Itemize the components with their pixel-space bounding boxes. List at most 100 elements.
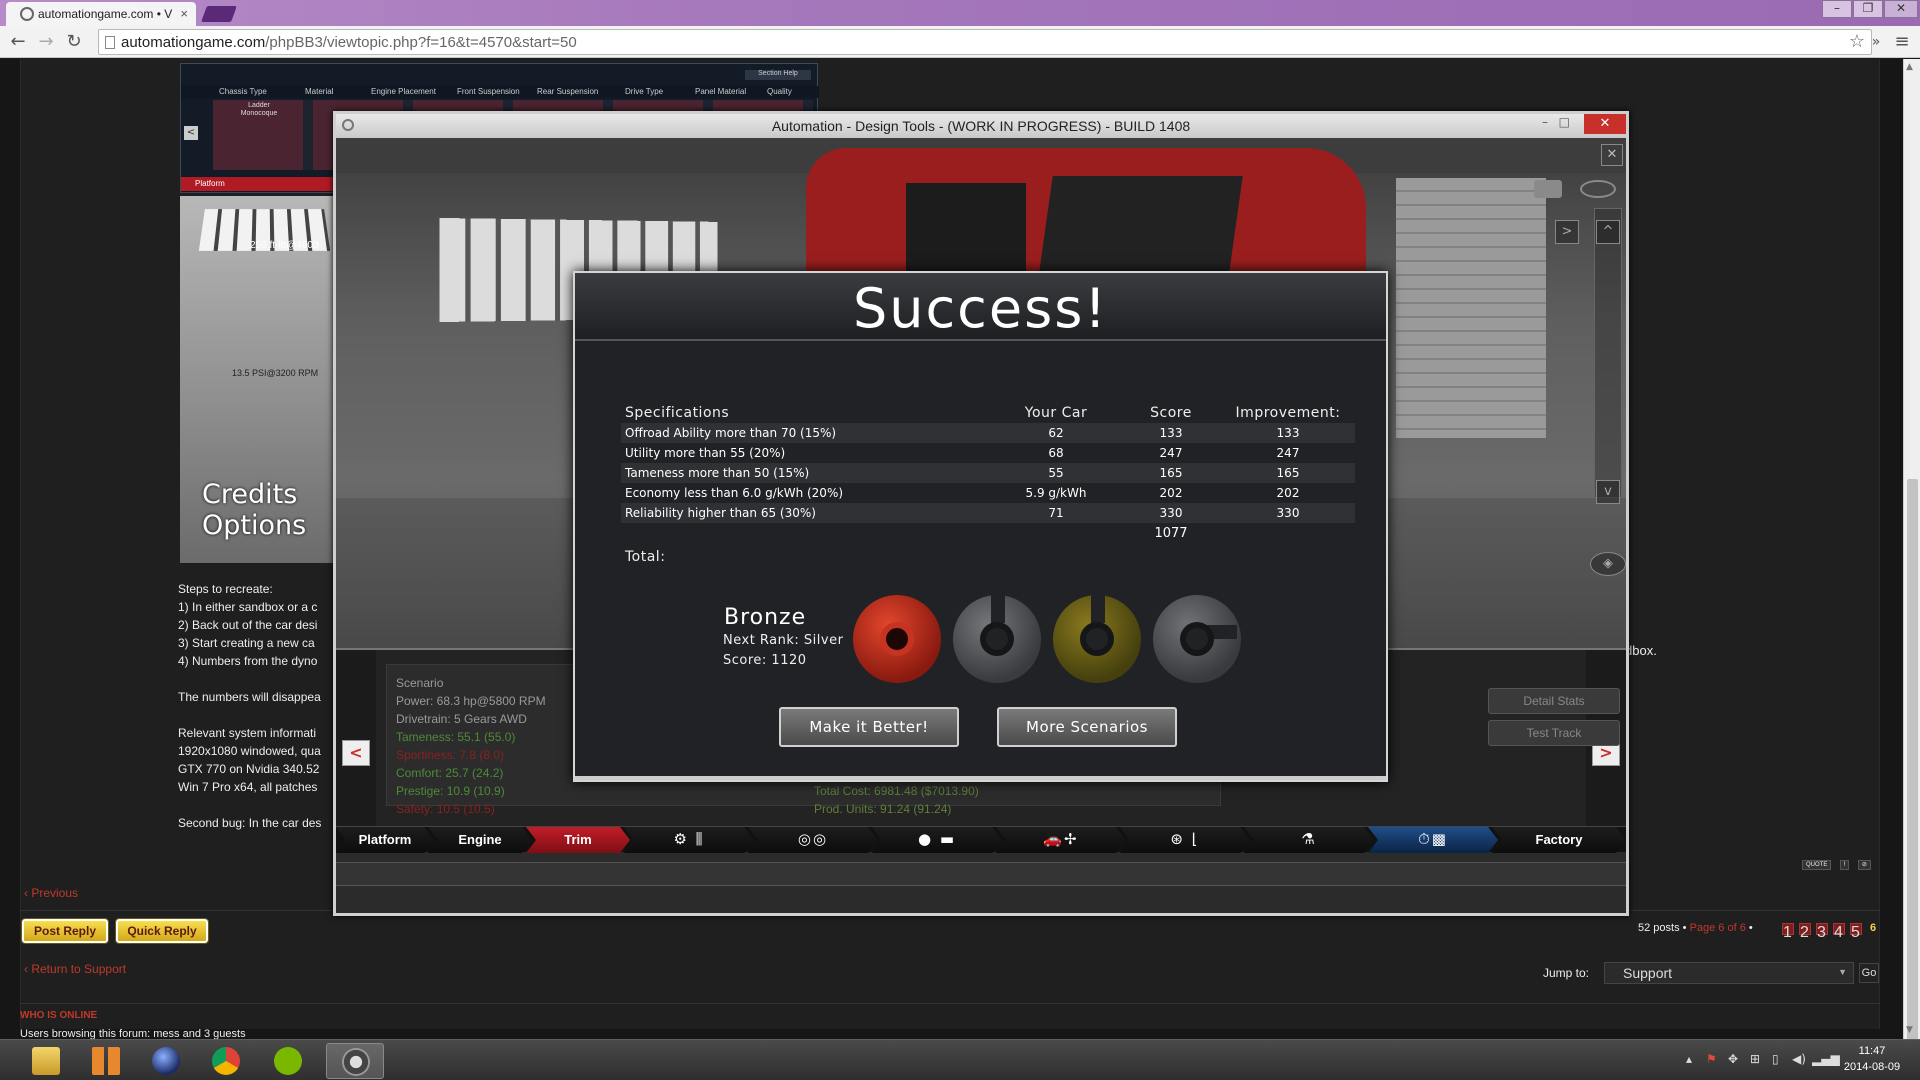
go-button[interactable]: Go (1859, 963, 1879, 983)
scene-close-icon[interactable]: ✕ (1601, 144, 1623, 166)
taskbar-spotify[interactable] (262, 1043, 314, 1079)
taskbar-app-sphere[interactable] (140, 1043, 192, 1079)
page-link-5[interactable]: 5 (1850, 923, 1862, 941)
page-link-2[interactable]: 2 (1799, 923, 1811, 941)
tray-expand-icon[interactable]: ▴ (1686, 1052, 1692, 1066)
browser-menu-icon[interactable]: ≡ (1890, 30, 1914, 54)
stat-tameness: Tameness: 55.1 (55.0) (396, 730, 516, 744)
page-scrollbar[interactable]: ▲ ▼ (1903, 59, 1920, 1049)
game-maximize-button[interactable]: □ (1559, 115, 1570, 129)
spec-your-car: 71 (991, 503, 1121, 523)
spec-improvement: 165 (1221, 463, 1355, 483)
tab-title: automationgame.com • V (38, 7, 173, 21)
step-gearbox[interactable]: ⚙ ⫼ (624, 827, 754, 853)
spec-score: 330 (1121, 503, 1221, 523)
col-improvement: Improvement: (1235, 405, 1341, 421)
back-icon[interactable]: ← (6, 30, 30, 54)
col-your-car: Your Car (1024, 405, 1088, 421)
page-link-3[interactable]: 3 (1816, 923, 1828, 941)
camera-icon[interactable] (1534, 180, 1562, 198)
dropbox-icon[interactable]: ✥ (1728, 1052, 1738, 1066)
scrollbar-thumb[interactable] (1907, 479, 1918, 1049)
post-reply-button[interactable]: Post Reply (21, 918, 109, 944)
address-bar[interactable]: automationgame.com/phpBB3/viewtopic.php?… (98, 29, 1872, 55)
step-platform[interactable]: Platform (336, 827, 434, 853)
step-suspension[interactable]: ● ▬ (872, 827, 1002, 853)
scene-zoom-track[interactable] (1594, 208, 1622, 498)
volume-icon[interactable]: ◀) (1792, 1052, 1806, 1066)
eye-icon[interactable] (1580, 180, 1616, 198)
taskbar-automation[interactable] (326, 1043, 384, 1079)
scene-down-arrow-icon[interactable]: v (1596, 480, 1620, 504)
aero-icon: 🚗✢ (1043, 830, 1079, 848)
step-tune[interactable]: ⚗ (1244, 827, 1374, 853)
spec-your-car: 5.9 g/kWh (1025, 486, 1087, 500)
previous-link[interactable]: ‹ Previous (24, 886, 78, 900)
rotate-view-icon[interactable]: ◈ (1590, 552, 1626, 576)
battery-icon[interactable]: ▯ (1772, 1052, 1779, 1066)
bookmark-star-icon[interactable]: ☆ (1849, 31, 1865, 52)
quick-reply-button[interactable]: Quick Reply (115, 918, 209, 944)
quote-button[interactable]: QUOTE (1802, 860, 1832, 870)
browser-tab-active[interactable]: automationgame.com • V × (6, 2, 196, 26)
test-track-button[interactable]: Test Track (1488, 720, 1620, 746)
panel-prev-button[interactable]: < (342, 740, 370, 766)
window-minimize-button[interactable]: – (1822, 0, 1852, 18)
dialog-title-band: Success! (575, 273, 1386, 341)
who-is-online-heading: WHO IS ONLINE (20, 1010, 98, 1021)
step-interior[interactable]: ⊛ ⌊ (1120, 827, 1250, 853)
jump-to-select[interactable]: Support ▼ (1604, 962, 1854, 984)
forward-icon[interactable]: → (34, 30, 58, 54)
tune-icon: ⚗ (1301, 830, 1317, 848)
clock-date: 2014-08-09 (1843, 1061, 1901, 1073)
taskbar-explorer[interactable] (20, 1043, 72, 1079)
return-to-support-link[interactable]: ‹ Return to Support (24, 962, 126, 976)
window-maximize-button[interactable]: ❐ (1853, 0, 1883, 18)
step-factory[interactable]: Factory (1492, 827, 1626, 853)
game-minimize-button[interactable]: – (1542, 115, 1548, 129)
flag-icon[interactable]: ⚑ (1706, 1052, 1717, 1066)
scenario-stats-right: Total Cost: 6981.48 ($7013.90) Prod. Uni… (814, 782, 979, 818)
gold-medal-icon (1053, 593, 1141, 683)
browser-toolbar: ← → ↻ automationgame.com/phpBB3/viewtopi… (0, 26, 1920, 58)
more-scenarios-button[interactable]: More Scenarios (997, 707, 1177, 747)
col-specifications: Specifications (625, 405, 730, 421)
spec-your-car: 62 (991, 423, 1121, 443)
automation-icon (342, 1048, 370, 1076)
step-testing[interactable]: ⏱▩ (1368, 827, 1498, 853)
extensions-overflow-icon[interactable]: » (1866, 30, 1886, 54)
post-line: 4) Numbers from the dyno (178, 654, 318, 668)
screenshot-menu-credits: Credits (202, 479, 298, 510)
make-it-better-button[interactable]: Make it Better! (779, 707, 959, 747)
step-engine[interactable]: Engine (428, 827, 532, 853)
window-close-button[interactable]: ✕ (1884, 0, 1918, 18)
spec-row: Utility more than 55 (20%) 68 247 247 (621, 443, 1355, 463)
site-favicon-icon (20, 7, 34, 21)
system-clock[interactable]: 11:47 2014-08-09 (1830, 1043, 1914, 1075)
game-close-button[interactable]: ✕ (1584, 114, 1626, 134)
new-tab-button[interactable] (201, 6, 237, 22)
network-device-icon[interactable]: ⊞ (1750, 1052, 1760, 1066)
step-wheels[interactable]: ◎◎ (748, 827, 878, 853)
scroll-up-icon[interactable]: ▲ (1906, 62, 1913, 72)
stat-power: Power: 68.3 hp@5800 RPM (396, 694, 546, 708)
warn-icon[interactable]: ⊘ (1857, 860, 1871, 870)
reload-icon[interactable]: ↻ (62, 30, 86, 54)
scene-next-arrow-icon[interactable]: > (1555, 220, 1579, 244)
spec-row: Offroad Ability more than 70 (15%) 62 13… (621, 423, 1355, 443)
page-link-1[interactable]: 1 (1782, 923, 1794, 941)
taskbar-chrome[interactable] (200, 1043, 252, 1079)
garage-door (1396, 178, 1546, 438)
scene-up-arrow-icon[interactable]: ^ (1596, 220, 1620, 244)
report-icon[interactable]: ! (1839, 860, 1850, 870)
page-link-4[interactable]: 4 (1833, 923, 1845, 941)
tab-close-icon[interactable]: × (180, 6, 188, 21)
screenshot-cell-ladder: Ladder (248, 102, 270, 109)
spec-name: Economy less than 6.0 g/kWh (20%) (625, 486, 844, 500)
step-aero[interactable]: 🚗✢ (996, 827, 1126, 853)
taskbar-app-tiles[interactable] (80, 1043, 132, 1079)
detail-stats-button[interactable]: Detail Stats (1488, 688, 1620, 714)
scroll-down-icon[interactable]: ▼ (1906, 1025, 1913, 1035)
post-body: Steps to recreate: 1) In either sandbox … (178, 582, 336, 852)
step-trim[interactable]: Trim (526, 827, 630, 853)
